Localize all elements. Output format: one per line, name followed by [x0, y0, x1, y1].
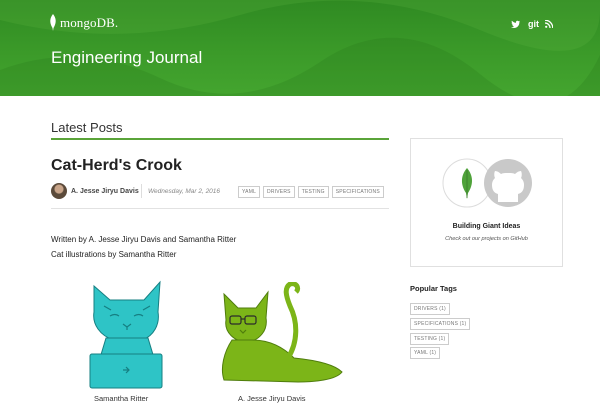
- rss-icon: [545, 20, 553, 28]
- leaf-icon: [50, 14, 56, 31]
- tag-yaml[interactable]: YAML: [238, 186, 261, 198]
- post-illustration-credit: Cat illustrations by Samantha Ritter: [51, 250, 177, 259]
- popular-tag-testing[interactable]: TESTING (1): [410, 333, 450, 345]
- illustration-caption-samantha: Samantha Ritter: [94, 394, 149, 403]
- illustration-caption-jesse: A. Jesse Jiryu Davis: [238, 394, 306, 403]
- section-title: Latest Posts: [51, 120, 123, 135]
- meta-divider: [141, 184, 142, 198]
- rss-link[interactable]: [545, 20, 553, 28]
- card-title: Building Giant Ideas: [452, 223, 521, 230]
- post-date: Wednesday, Mar 2, 2016: [148, 188, 221, 195]
- tag-testing[interactable]: TESTING: [297, 186, 329, 198]
- twitter-icon: [511, 20, 520, 28]
- github-octocat-icon: [484, 159, 532, 207]
- twitter-link[interactable]: [511, 20, 520, 28]
- header-banner: mongoDB. git Engineering Journal: [0, 0, 600, 96]
- popular-tag-drivers[interactable]: DRIVERS (1): [410, 303, 450, 315]
- popular-tag-yaml[interactable]: YAML (1): [410, 347, 441, 359]
- card-icons: [442, 158, 532, 208]
- site-title[interactable]: Engineering Journal: [51, 48, 202, 68]
- section-divider: [51, 138, 389, 140]
- author-avatar[interactable]: [51, 183, 67, 199]
- tag-specifications[interactable]: SPECIFICATIONS: [331, 186, 384, 198]
- mongodb-logo[interactable]: mongoDB.: [49, 14, 118, 31]
- logo-text: mongoDB.: [60, 14, 119, 30]
- post-tags: YAML DRIVERS TESTING SPECIFICATIONS: [238, 186, 384, 198]
- popular-tag-specifications[interactable]: SPECIFICATIONS (1): [410, 318, 471, 330]
- popular-tags-title: Popular Tags: [410, 284, 457, 293]
- card-subtitle[interactable]: Check out our projects on GitHub: [410, 236, 563, 242]
- github-link[interactable]: git: [528, 19, 539, 29]
- post-meta-divider: [51, 208, 389, 209]
- teal-cat-illustration: [89, 280, 163, 389]
- post-byline: Written by A. Jesse Jiryu Davis and Sama…: [51, 235, 237, 244]
- tag-drivers[interactable]: DRIVERS: [263, 186, 295, 198]
- green-cat-illustration: [221, 282, 343, 383]
- post-title[interactable]: Cat-Herd's Crook: [51, 157, 182, 175]
- author-link[interactable]: A. Jesse Jiryu Davis: [71, 188, 139, 195]
